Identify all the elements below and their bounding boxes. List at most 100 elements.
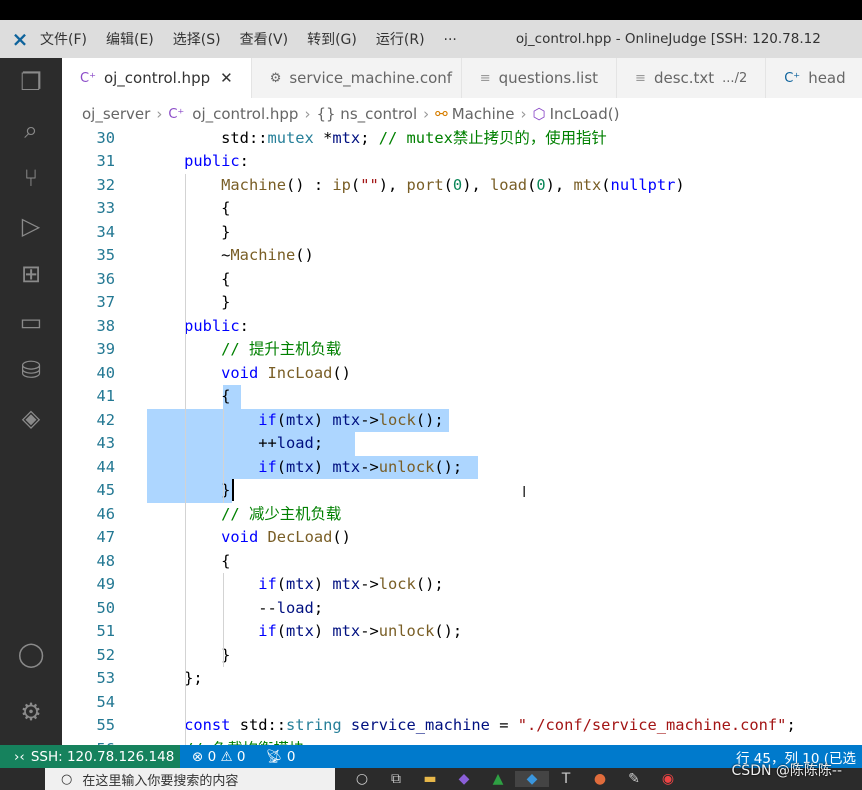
app-icon[interactable]: ▲: [481, 771, 515, 787]
vscode-logo-icon: ⨯: [11, 27, 29, 51]
code-token: ->: [360, 457, 379, 476]
watermark: CSDN @陈陈陈--: [731, 763, 842, 779]
caret: [232, 479, 235, 501]
code-token: mtx: [332, 622, 361, 640]
code-token: ~: [147, 246, 231, 264]
code-text: // 负载均衡模块: [147, 738, 304, 746]
code-token: string: [286, 716, 342, 734]
app2-icon[interactable]: ●: [583, 771, 617, 787]
code-token: std::: [230, 716, 287, 734]
line-number: 48: [96, 551, 115, 570]
settings-gear-icon[interactable]: ⚙: [0, 688, 62, 736]
search-icon[interactable]: ⌕: [0, 106, 62, 154]
tab-service-machine[interactable]: ⚙ service_machine.conf: [252, 58, 462, 98]
code-token: mtx: [332, 575, 361, 593]
breadcrumb-folder[interactable]: oj_server: [82, 105, 150, 123]
code-token: :: [239, 152, 249, 170]
code-token: ();: [434, 622, 463, 640]
database-icon[interactable]: ⛁: [0, 346, 62, 394]
cortana-icon[interactable]: ○: [345, 771, 379, 787]
code-editor[interactable]: 30 std::mutex *mtx; // mutex禁止拷贝的，使用指针31…: [62, 128, 862, 745]
activity-bar: ❐ ⌕ ⑂ ▷ ⊞ ▭ ⛁ ◈ ◯ ⚙: [0, 58, 62, 745]
code-text: ~Machine(): [147, 244, 314, 268]
code-token: void: [221, 528, 259, 546]
code-token: lock: [378, 410, 416, 429]
code-line: 42 if(mtx) mtx->lock();: [62, 408, 862, 432]
visual-studio-icon[interactable]: ◆: [447, 771, 481, 787]
code-text: if(mtx) mtx->unlock();: [147, 620, 462, 644]
line-number: 38: [96, 316, 115, 335]
taskbar-search[interactable]: ○ 在这里输入你要搜索的内容: [45, 768, 335, 790]
file-explorer-icon[interactable]: ▬: [413, 771, 447, 787]
account-icon[interactable]: ◯: [0, 630, 62, 678]
remote-indicator[interactable]: ›‹ SSH: 120.78.126.148: [0, 745, 180, 768]
code-line: 30 std::mutex *mtx; // mutex禁止拷贝的，使用指针: [62, 128, 862, 150]
code-token: mtx: [286, 410, 314, 429]
code-token: unlock: [378, 622, 435, 640]
tab-questions-list[interactable]: ≡ questions.list: [462, 58, 618, 98]
typora-icon[interactable]: T: [549, 771, 583, 787]
code-text: Machine() : ip(""), port(0), load(0), mt…: [147, 174, 685, 198]
source-control-icon[interactable]: ⑂: [0, 154, 62, 202]
menu-go[interactable]: 转到(G): [307, 32, 357, 48]
menu-selection[interactable]: 选择(S): [173, 32, 221, 48]
code-line: 47 void DecLoad(): [62, 526, 862, 550]
explorer-icon[interactable]: ❐: [0, 58, 62, 106]
extensions-icon[interactable]: ⊞: [0, 250, 62, 298]
line-number: 53: [96, 669, 115, 687]
tab-head[interactable]: C⁺ head: [766, 58, 862, 98]
code-token: ++: [147, 434, 277, 452]
title-bar: ⨯ 文件(F) 编辑(E) 选择(S) 查看(V) 转到(G) 运行(R) ··· oj_c…: [0, 20, 862, 58]
code-token: }: [147, 481, 231, 499]
task-view-icon[interactable]: ⧉: [379, 771, 413, 787]
code-token: ::: [248, 128, 268, 147]
code-text: // 提升主机负载: [147, 338, 341, 362]
tab-label: desc.txt: [653, 69, 715, 87]
layers-icon[interactable]: ◈: [0, 394, 62, 442]
code-token: ;: [313, 434, 324, 452]
errors-indicator[interactable]: ⊗ 0 ⚠ 0: [192, 749, 245, 765]
breadcrumb-namespace[interactable]: {} ns_control: [316, 105, 417, 123]
code-token: }: [147, 645, 231, 664]
code-line: 46 // 减少主机负载: [62, 503, 862, 527]
paint-icon[interactable]: ✎: [617, 771, 651, 787]
menu-edit[interactable]: 编辑(E): [106, 32, 154, 48]
code-token: ;: [313, 598, 324, 617]
code-line: 52 }: [62, 644, 862, 668]
tab-oj-control[interactable]: C⁺ oj_control.hpp ✕: [62, 58, 252, 98]
code-text: }: [147, 221, 230, 245]
line-number: 31: [96, 152, 115, 170]
tab-desc-txt[interactable]: ≡ desc.txt .../2: [617, 58, 767, 98]
code-token: {: [147, 199, 231, 217]
code-token: "./conf/service_machine.conf": [517, 716, 787, 734]
menu-file[interactable]: 文件(F): [40, 32, 87, 48]
code-text: void IncLoad(): [147, 362, 351, 386]
ports-indicator[interactable]: 📡︎ 0: [265, 749, 295, 765]
cpp-icon: C⁺: [168, 106, 185, 122]
line-number: 35: [96, 246, 115, 264]
remote-explorer-icon[interactable]: ▭: [0, 298, 62, 346]
code-token: (): [295, 246, 314, 264]
code-line: 38 public:: [62, 315, 862, 339]
close-icon[interactable]: ✕: [220, 69, 233, 87]
code-text: --load;: [147, 597, 323, 621]
menu-run[interactable]: 运行(R): [376, 32, 425, 48]
code-token: ();: [415, 575, 444, 593]
menu-more[interactable]: ···: [444, 32, 457, 48]
code-token: 0: [452, 175, 463, 194]
run-debug-icon[interactable]: ▷: [0, 202, 62, 250]
menu-view[interactable]: 查看(V): [240, 32, 289, 48]
code-line: 39 // 提升主机负载: [62, 338, 862, 362]
chrome-icon[interactable]: ◉: [651, 771, 685, 787]
code-token: // mutex禁止拷贝的，使用指针: [378, 128, 607, 147]
breadcrumb-class[interactable]: Machine: [452, 105, 515, 123]
code-text: // 减少主机负载: [147, 503, 341, 527]
line-number: 55: [96, 716, 115, 734]
code-token: ;: [786, 716, 796, 734]
code-token: ),: [545, 175, 574, 194]
vscode-icon[interactable]: ◆: [515, 771, 549, 787]
error-count: 0: [207, 748, 217, 765]
breadcrumb-method[interactable]: IncLoad(): [550, 105, 620, 123]
breadcrumb-file[interactable]: oj_control.hpp: [192, 105, 298, 123]
code-line: 48 {: [62, 550, 862, 574]
